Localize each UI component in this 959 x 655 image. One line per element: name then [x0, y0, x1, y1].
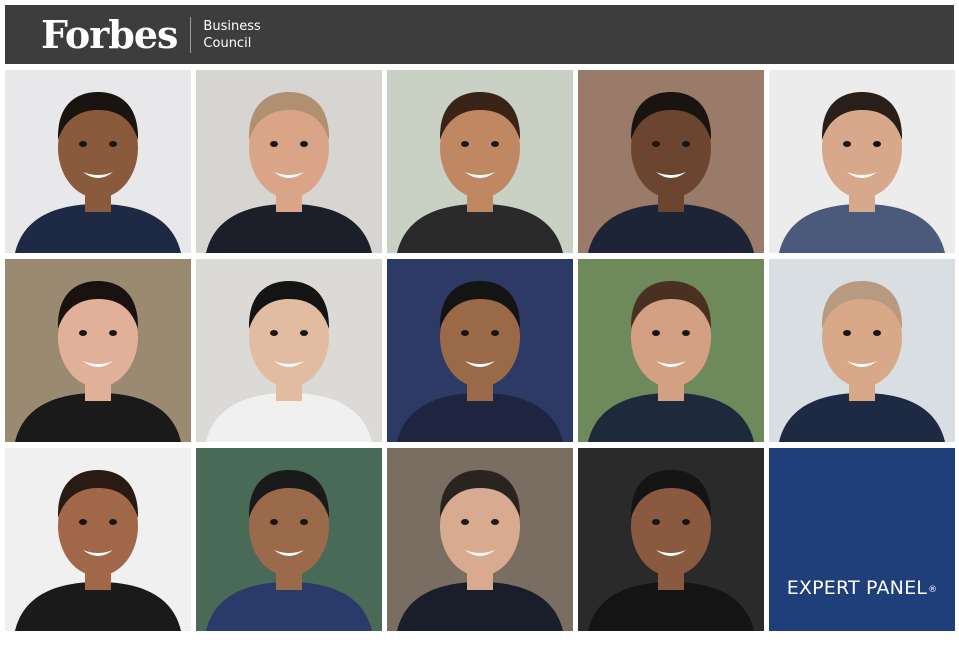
- portrait-14: [578, 448, 764, 631]
- expert-panel-label: EXPERT PANEL®: [787, 577, 938, 599]
- right-eye: [300, 141, 308, 147]
- right-eye: [300, 330, 308, 336]
- headshot-photo: [588, 92, 754, 253]
- right-eye: [682, 330, 690, 336]
- left-eye: [652, 519, 660, 525]
- right-eye: [109, 330, 117, 336]
- portrait-10: [769, 259, 955, 442]
- portrait-9: [578, 259, 764, 442]
- left-eye: [79, 519, 87, 525]
- portrait-12: [196, 448, 382, 631]
- right-eye: [491, 330, 499, 336]
- left-eye: [270, 141, 278, 147]
- portrait-1: [5, 70, 191, 253]
- registered-mark: ®: [928, 585, 938, 595]
- portrait-4: [578, 70, 764, 253]
- headshot-photo: [397, 92, 563, 253]
- headshot-photo: [397, 281, 563, 442]
- forbes-header: Forbes Business Council: [5, 5, 954, 64]
- council-line-1: Business: [203, 18, 261, 34]
- left-eye: [843, 330, 851, 336]
- portrait-7: [196, 259, 382, 442]
- headshot-photo: [397, 470, 563, 631]
- header-divider: [190, 16, 192, 53]
- left-eye: [461, 141, 469, 147]
- headshot-photo: [779, 281, 945, 442]
- right-eye: [491, 141, 499, 147]
- portrait-3: [387, 70, 573, 253]
- portrait-5: [769, 70, 955, 253]
- right-eye: [682, 519, 690, 525]
- headshot-photo: [15, 281, 181, 442]
- right-eye: [873, 141, 881, 147]
- headshot-photo: [588, 470, 754, 631]
- headshot-photo: [779, 92, 945, 253]
- right-eye: [109, 519, 117, 525]
- left-eye: [461, 330, 469, 336]
- council-line-2: Council: [203, 35, 252, 51]
- left-eye: [79, 330, 87, 336]
- portrait-11: [5, 448, 191, 631]
- right-eye: [109, 141, 117, 147]
- right-eye: [873, 330, 881, 336]
- right-eye: [491, 519, 499, 525]
- portrait-13: [387, 448, 573, 631]
- headshot-photo: [206, 281, 372, 442]
- portrait-2: [196, 70, 382, 253]
- headshot-photo: [206, 92, 372, 253]
- left-eye: [270, 330, 278, 336]
- business-council-label: Business Council: [203, 18, 260, 52]
- left-eye: [652, 141, 660, 147]
- headshot-photo: [15, 470, 181, 631]
- right-eye: [682, 141, 690, 147]
- left-eye: [79, 141, 87, 147]
- expert-panel-tile: EXPERT PANEL®: [769, 448, 955, 631]
- expert-panel-grid: EXPERT PANEL®: [5, 70, 955, 632]
- left-eye: [652, 330, 660, 336]
- left-eye: [843, 141, 851, 147]
- forbes-logo[interactable]: Forbes: [41, 15, 178, 54]
- portrait-8: [387, 259, 573, 442]
- headshot-photo: [588, 281, 754, 442]
- headshot-photo: [206, 470, 372, 631]
- left-eye: [270, 519, 278, 525]
- portrait-6: [5, 259, 191, 442]
- right-eye: [300, 519, 308, 525]
- left-eye: [461, 519, 469, 525]
- headshot-photo: [15, 92, 181, 253]
- expert-panel-text: EXPERT PANEL: [786, 577, 928, 599]
